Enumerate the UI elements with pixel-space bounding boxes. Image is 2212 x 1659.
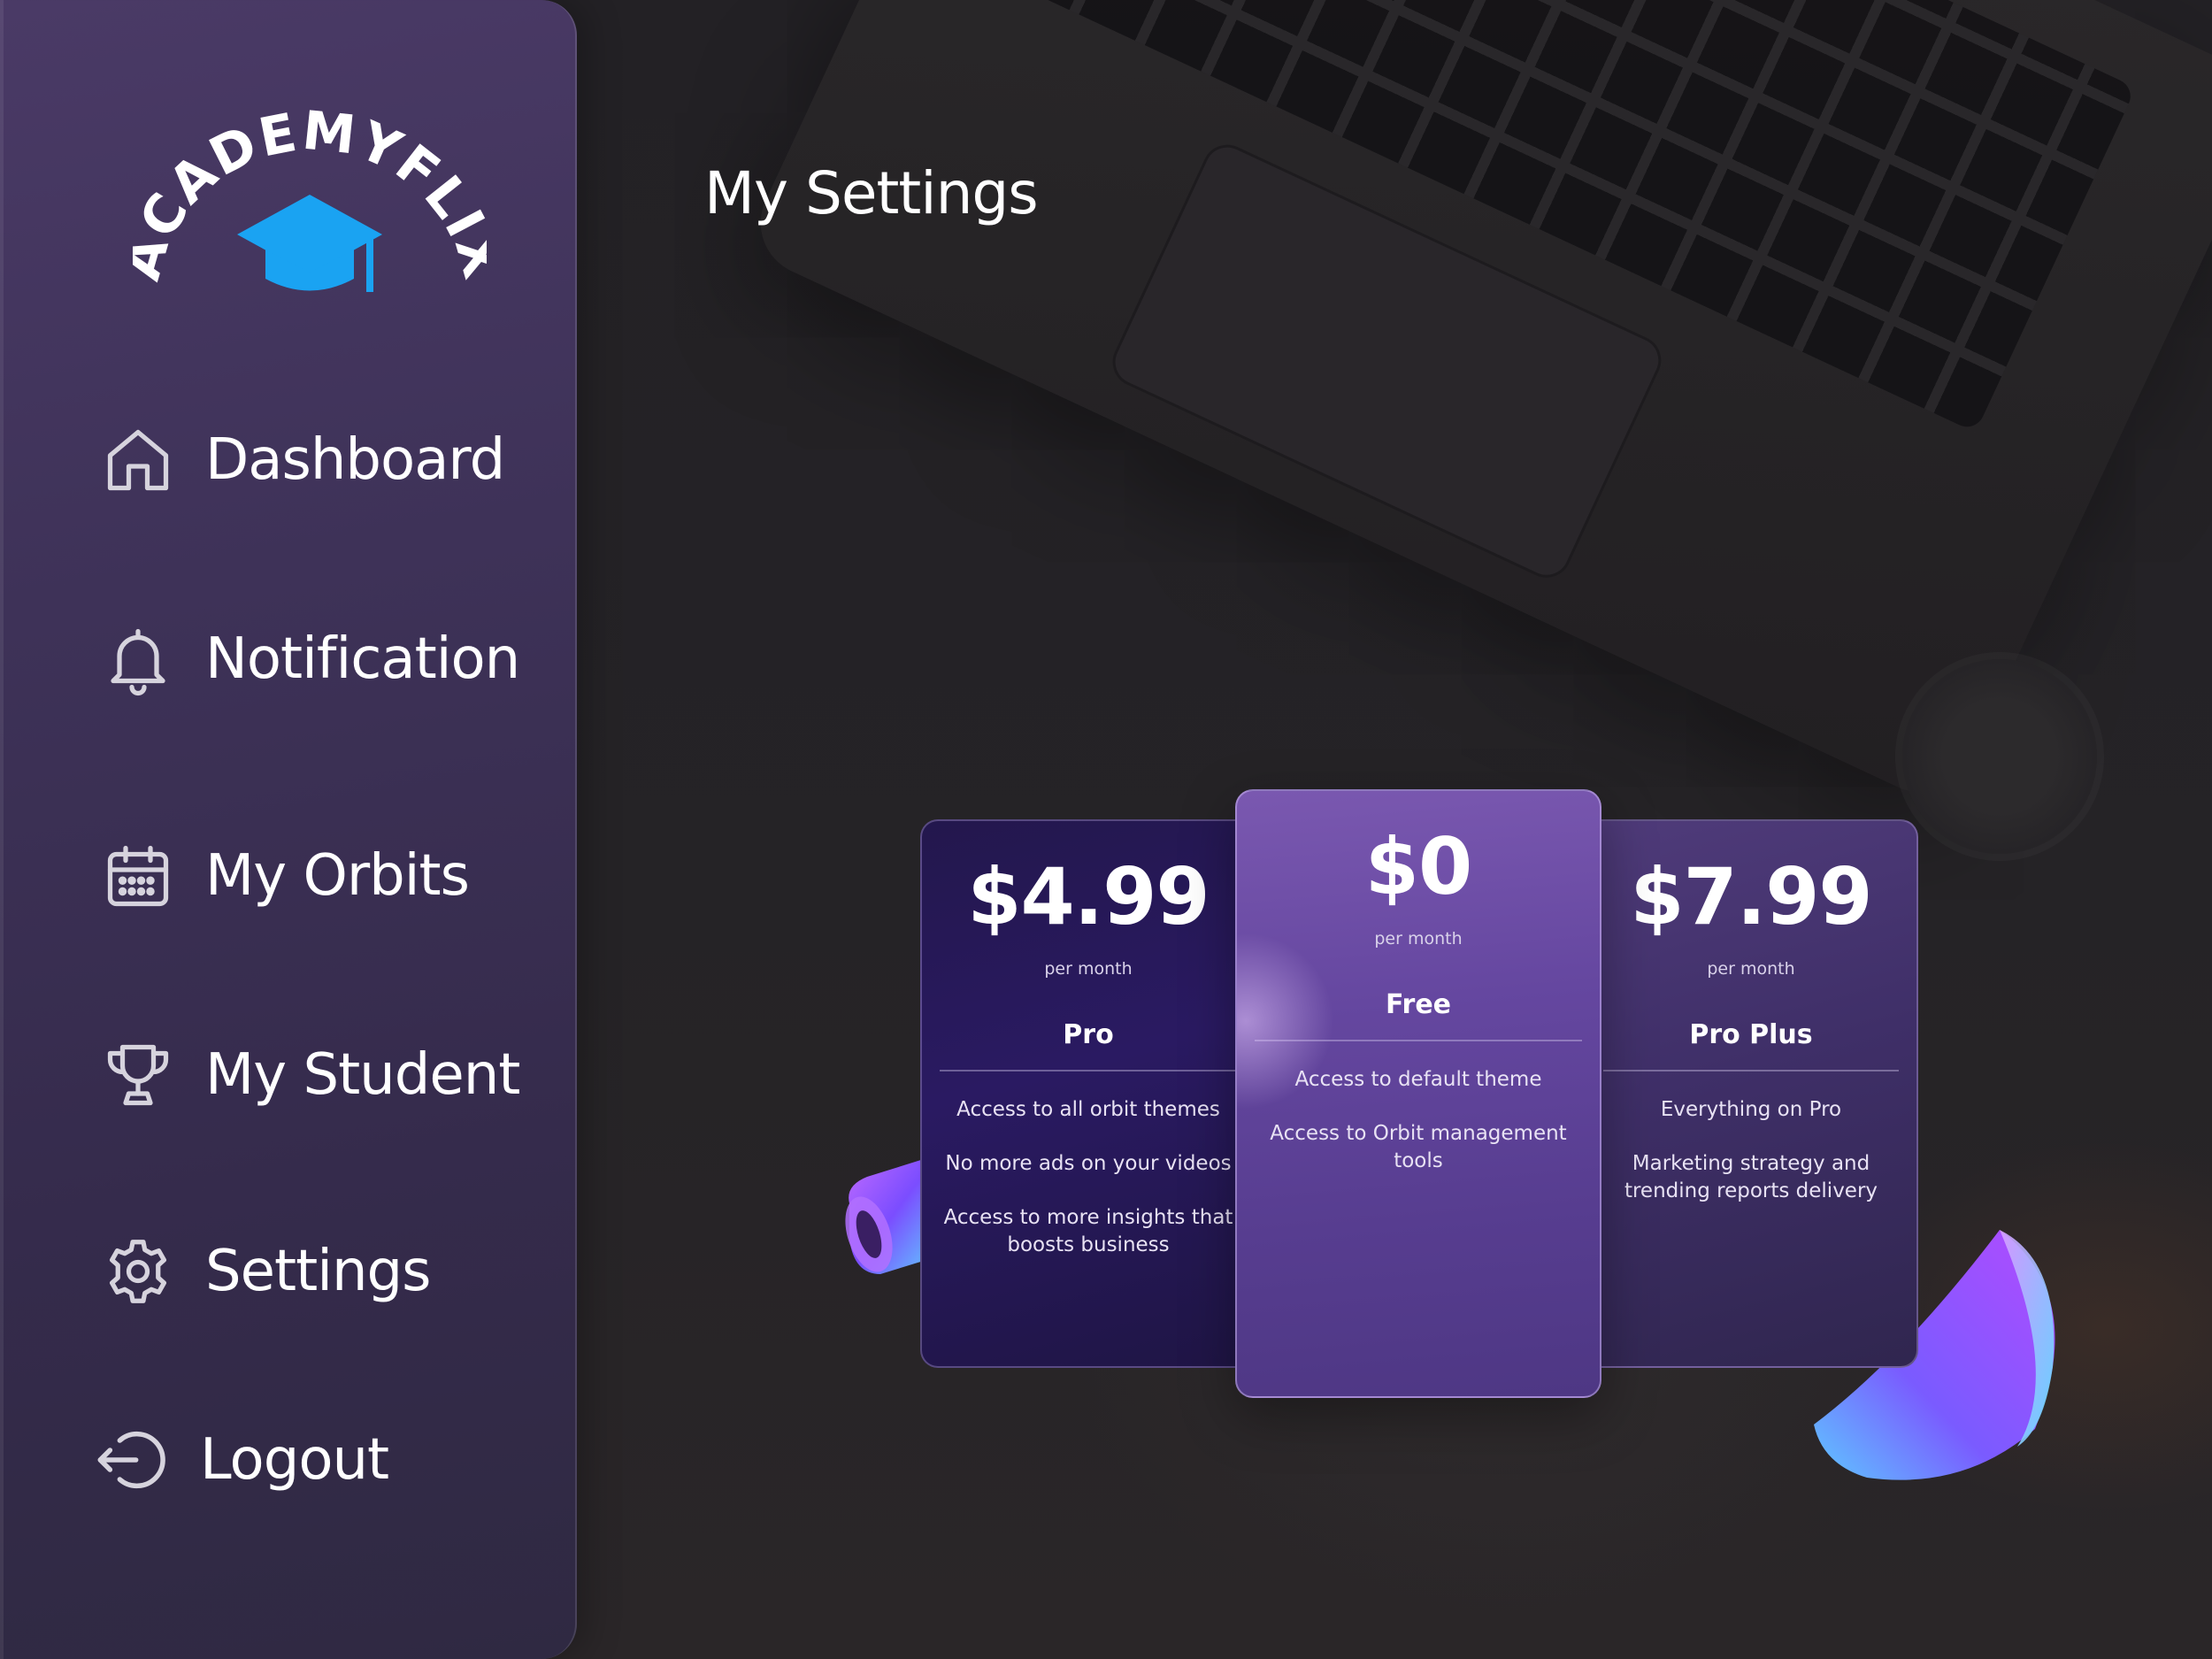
sidebar: ACADEMYFLIX Dashboard: [0, 0, 577, 1659]
plan-feature: Marketing strategy and trending reports …: [1624, 1152, 1878, 1202]
sidebar-item-label: Settings: [205, 1239, 431, 1304]
graduation-cap-icon: [237, 195, 382, 292]
sidebar-item-notification[interactable]: Notification: [99, 615, 520, 703]
sidebar-item-label: My Orbits: [205, 843, 470, 909]
sidebar-item-label: Notification: [205, 626, 520, 692]
plan-card-free[interactable]: $0 per month Free Access to default them…: [1235, 789, 1601, 1398]
plan-features: Access to all orbit themes No more ads o…: [922, 1096, 1255, 1259]
plan-period: per month: [1044, 959, 1133, 979]
divider: [1603, 1070, 1899, 1071]
divider: [940, 1070, 1237, 1071]
divider: [1255, 1040, 1582, 1041]
plan-feature: Access to Orbit management tools: [1270, 1122, 1567, 1172]
coaster-background: [1902, 659, 2097, 854]
sidebar-item-settings[interactable]: Settings: [99, 1227, 431, 1316]
plan-period: per month: [1707, 959, 1795, 979]
logout-icon: [94, 1421, 172, 1499]
sidebar-item-label: Dashboard: [205, 427, 505, 493]
plan-feature: Access to all orbit themes: [956, 1098, 1220, 1121]
plan-card-pro-plus[interactable]: $7.99 per month Pro Plus Everything on P…: [1584, 819, 1918, 1368]
plan-period: per month: [1374, 929, 1463, 949]
sidebar-item-logout[interactable]: Logout: [94, 1416, 389, 1504]
plan-price: $7.99: [1630, 851, 1872, 942]
plan-price: $4.99: [967, 851, 1210, 942]
home-icon: [99, 421, 177, 499]
gear-icon: [99, 1233, 177, 1310]
plan-feature: Everything on Pro: [1660, 1098, 1842, 1121]
plan-feature: No more ads on your videos: [945, 1152, 1232, 1175]
bell-icon: [99, 620, 177, 698]
plan-card-pro[interactable]: $4.99 per month Pro Access to all orbit …: [920, 819, 1256, 1368]
plan-feature: Access to more insights that boosts busi…: [943, 1206, 1233, 1256]
sidebar-item-my-student[interactable]: My Student: [99, 1031, 520, 1119]
academyflix-logo: ACADEMYFLIX: [133, 100, 487, 292]
plan-name: Free: [1385, 989, 1452, 1020]
plan-features: Everything on Pro Marketing strategy and…: [1586, 1096, 1916, 1205]
plan-price: $0: [1364, 821, 1472, 912]
sidebar-item-label: My Student: [205, 1042, 520, 1108]
sidebar-item-label: Logout: [200, 1427, 389, 1493]
calendar-icon: [99, 837, 177, 915]
plan-features: Access to default theme Access to Orbit …: [1237, 1066, 1600, 1175]
sidebar-item-dashboard[interactable]: Dashboard: [99, 416, 505, 504]
plan-name: Pro: [1063, 1019, 1114, 1050]
plan-name: Pro Plus: [1689, 1019, 1813, 1050]
plan-feature: Access to default theme: [1294, 1068, 1542, 1091]
sidebar-item-my-orbits[interactable]: My Orbits: [99, 832, 470, 920]
page-title: My Settings: [704, 159, 1039, 227]
app-screen: ACADEMYFLIX Dashboard: [0, 0, 2212, 1659]
trophy-icon: [99, 1036, 177, 1114]
